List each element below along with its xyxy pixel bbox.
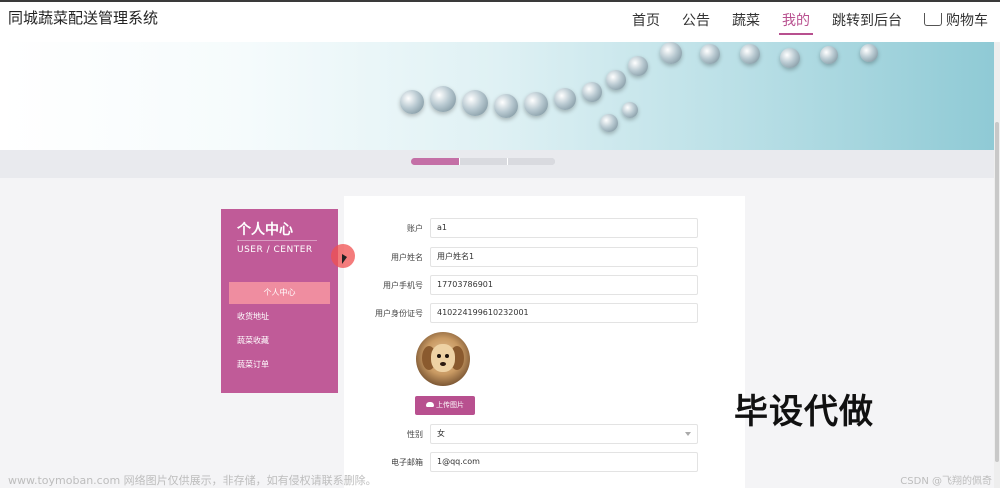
site-title: 同城蔬菜配送管理系统 [8,9,159,27]
banner-bead [430,86,456,112]
nav-announcements[interactable]: 公告 [682,10,710,30]
gender-select[interactable]: 女 [430,424,698,444]
page-scrollbar[interactable] [994,42,1000,488]
banner-bead [628,56,648,76]
avatar-face [431,344,455,372]
cloud-upload-icon [426,402,434,407]
carousel-dot-1[interactable] [411,158,459,165]
banner-bead [622,102,638,118]
id-card-label: 用户身份证号 [375,309,423,318]
upload-image-button[interactable]: 上传图片 [415,396,475,415]
account-field[interactable]: a1 [430,218,698,238]
top-nav-bar: 同城蔬菜配送管理系统 首页 公告 蔬菜 我的 跳转到后台 购物车 [0,0,1000,42]
sidebar-title: 个人中心 [237,222,293,238]
user-center-sidebar: 个人中心 USER / CENTER 个人中心 收货地址 蔬菜收藏 蔬菜订单 [221,209,338,393]
banner-bead [820,46,838,64]
banner-bead [494,94,518,118]
mouse-pointer-icon [342,254,347,264]
sidebar-item-personal-center[interactable]: 个人中心 [229,282,330,304]
banner-bead [524,92,548,116]
name-field[interactable]: 用户姓名1 [430,247,698,267]
banner-bead [606,70,626,90]
banner-carousel [0,42,994,150]
nav-vegetables[interactable]: 蔬菜 [732,10,760,30]
avatar [416,332,470,386]
banner-bead [780,48,800,68]
gender-label: 性别 [407,430,423,439]
nav-mine[interactable]: 我的 [779,10,813,35]
profile-form: 账户 a1 用户姓名 用户姓名1 用户手机号 17703786901 用户身份证… [344,196,745,488]
account-row: 账户 a1 [344,218,745,238]
cart-icon [924,13,942,26]
banner-bead [660,42,682,64]
email-row: 电子邮箱 1@qq.com [344,452,745,472]
sidebar-item-address[interactable]: 收货地址 [229,306,330,328]
name-label: 用户姓名 [391,253,423,262]
sidebar-divider [237,240,317,241]
account-label: 账户 [407,224,423,233]
sidebar-item-favorites[interactable]: 蔬菜收藏 [229,330,330,352]
banner-bead [700,44,720,64]
email-field[interactable]: 1@qq.com [430,452,698,472]
phone-row: 用户手机号 17703786901 [344,275,745,295]
overlay-promo-text: 毕设代做 [734,392,874,432]
id-card-field[interactable]: 410224199610232001 [430,303,698,323]
carousel-dot-3[interactable] [507,158,555,165]
id-card-row: 用户身份证号 410224199610232001 [344,303,745,323]
gender-value: 女 [437,429,445,438]
avatar-nose [440,362,446,366]
cart-label: 购物车 [946,13,988,29]
banner-bead [400,90,424,114]
banner-bead [582,82,602,102]
avatar-eye [437,354,441,358]
banner-bead [462,90,488,116]
watermark-right: CSDN @飞翔的佩奇 [900,476,992,487]
banner-bead [600,114,618,132]
nav-cart[interactable]: 购物车 [924,10,988,30]
upload-label: 上传图片 [436,401,464,409]
scrollbar-thumb[interactable] [995,122,999,462]
chevron-down-icon [685,432,691,436]
watermark-left: www.toymoban.com 网络图片仅供展示，非存储，如有侵权请联系删除。 [8,474,377,487]
banner-bead [554,88,576,110]
phone-label: 用户手机号 [383,281,423,290]
banner-bead [740,44,760,64]
nav-admin[interactable]: 跳转到后台 [832,10,902,30]
email-label: 电子邮箱 [391,458,423,467]
nav-home[interactable]: 首页 [632,10,660,30]
avatar-eye [445,354,449,358]
carousel-indicator[interactable] [411,158,555,165]
name-row: 用户姓名 用户姓名1 [344,247,745,267]
phone-field[interactable]: 17703786901 [430,275,698,295]
main-nav: 首页 公告 蔬菜 我的 跳转到后台 购物车 [632,10,988,35]
gender-row: 性别 女 [344,424,745,444]
carousel-dot-2[interactable] [459,158,508,165]
banner-bead [860,44,878,62]
sidebar-subtitle: USER / CENTER [237,245,313,255]
sidebar-item-orders[interactable]: 蔬菜订单 [229,354,330,376]
